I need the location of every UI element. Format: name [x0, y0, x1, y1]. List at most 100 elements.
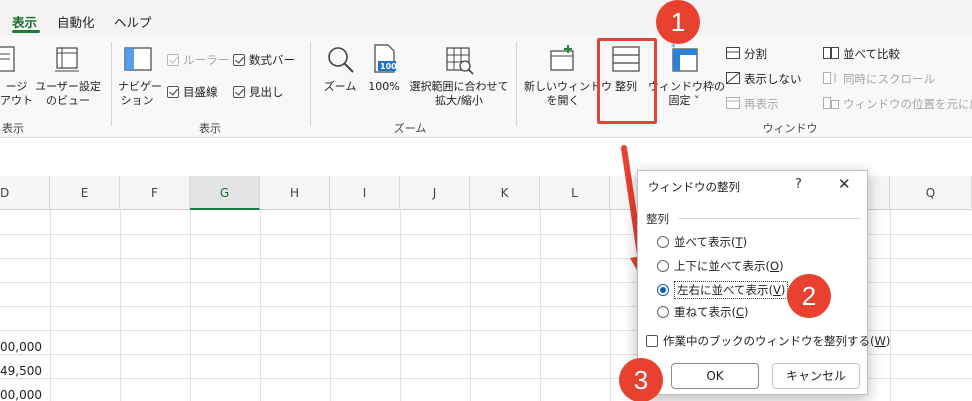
reset-position-label: ウィンドウの位置を元に戻す	[843, 97, 972, 111]
radio-tiled-label: 並べて表示(T)	[674, 235, 748, 249]
zoom-100-button[interactable]: 100	[369, 42, 399, 76]
arrange-windows-dialog: ウィンドウの整列 ? ✕ 整列 並べて表示(T) 上下に並べて表示(O) 左右に…	[637, 170, 890, 395]
page-layout-label: ージ アウト	[0, 80, 33, 107]
group-separator	[516, 42, 517, 126]
new-window-label: 新しいウィンドウ を開く	[524, 80, 612, 107]
radio-button	[657, 306, 669, 318]
group-label-window: ウィンドウ	[762, 122, 818, 135]
help-icon[interactable]: ?	[795, 177, 802, 192]
custom-views-button[interactable]	[52, 44, 82, 74]
page-layout-icon	[0, 44, 20, 77]
column-header-h[interactable]: H	[260, 176, 330, 210]
headings-label: 見出し	[249, 85, 284, 99]
radio-tiled[interactable]: 並べて表示(T)	[657, 234, 747, 250]
new-window-icon	[548, 45, 578, 77]
gridlines-checkbox-box	[167, 86, 179, 98]
radio-cascade-label: 重ねて表示(C)	[674, 305, 749, 319]
column-header-k[interactable]: K	[470, 176, 540, 210]
radio-button-selected	[657, 284, 669, 296]
radio-horizontal-label: 上下に並べて表示(O)	[674, 259, 784, 273]
group-label-workbook-views: 表示	[2, 122, 24, 135]
column-header-f[interactable]: F	[120, 176, 190, 210]
group-separator	[310, 42, 311, 126]
gridlines-label: 目盛線	[183, 85, 218, 99]
ruler-checkbox[interactable]: ルーラー	[167, 52, 229, 68]
radio-vertical[interactable]: 左右に並べて表示(V)	[657, 281, 789, 299]
reset-window-position-button[interactable]: ウィンドウの位置を元に戻す	[823, 96, 972, 112]
navigation-button[interactable]	[122, 44, 154, 74]
step-badge-3: 3	[619, 358, 663, 401]
gridlines-checkbox[interactable]: 目盛線	[167, 84, 218, 100]
column-header-j[interactable]: J	[400, 176, 470, 210]
zoom-button[interactable]	[325, 44, 357, 76]
arrange-section-label: 整列	[646, 212, 669, 226]
radio-horizontal[interactable]: 上下に並べて表示(O)	[657, 258, 784, 274]
synchronous-scrolling-button[interactable]: 同時にスクロール	[823, 71, 935, 87]
hide-icon	[726, 71, 740, 87]
formula-bar-label: 数式バー	[249, 53, 295, 67]
new-window-button[interactable]	[548, 44, 578, 74]
unhide-label: 再表示	[744, 97, 779, 111]
close-icon[interactable]: ✕	[838, 175, 851, 193]
ok-button[interactable]: OK	[671, 363, 759, 389]
svg-text:*: *	[671, 43, 676, 53]
group-label-show: 表示	[199, 122, 221, 135]
step-badge-1: 1	[656, 0, 700, 44]
column-header-e[interactable]: E	[50, 176, 120, 210]
unhide-button[interactable]: 再表示	[726, 96, 779, 112]
ribbon: ージ アウト ユーザー設定 のビュー 表示 ナビゲー ション ルーラー 目盛線 …	[0, 36, 972, 138]
page-layout-button[interactable]	[0, 44, 20, 74]
cell-value[interactable]: 49,500	[0, 364, 42, 378]
menu-bar: 表示 自動化 ヘルプ	[0, 0, 972, 36]
column-header-g[interactable]: G	[190, 176, 260, 210]
formula-bar-checkbox-box	[233, 54, 245, 66]
active-workbook-checkbox[interactable]: 作業中のブックのウィンドウを整列する(W)	[646, 333, 890, 349]
cancel-button[interactable]: キャンセル	[772, 363, 860, 389]
side-by-side-label: 並べて比較	[843, 47, 901, 61]
tab-automate[interactable]: 自動化	[57, 12, 95, 31]
zoom-selection-icon	[443, 47, 475, 79]
column-header-i[interactable]: I	[330, 176, 400, 210]
split-button[interactable]: 分割	[726, 46, 767, 62]
hide-button[interactable]: 表示しない	[726, 71, 802, 87]
custom-views-label: ユーザー設定 のビュー	[35, 80, 101, 107]
split-label: 分割	[744, 47, 767, 61]
side-by-side-icon	[823, 46, 839, 62]
radio-vertical-label: 左右に並べて表示(V)	[674, 281, 789, 299]
custom-views-icon	[52, 47, 82, 77]
freeze-panes-icon: *	[668, 43, 700, 77]
tab-help[interactable]: ヘルプ	[114, 12, 152, 31]
unhide-icon	[726, 96, 740, 112]
headings-checkbox[interactable]: 見出し	[233, 84, 284, 100]
cell-value[interactable]: 00,000	[0, 340, 42, 354]
section-divider	[678, 218, 860, 219]
radio-cascade[interactable]: 重ねて表示(C)	[657, 304, 749, 320]
headings-checkbox-box	[233, 86, 245, 98]
group-label-zoom: ズーム	[393, 122, 427, 135]
split-icon	[726, 46, 740, 62]
zoom-label: ズーム	[323, 80, 357, 93]
zoom-100-label: 100%	[368, 80, 400, 93]
view-side-by-side-button[interactable]: 並べて比較	[823, 46, 900, 62]
sync-scroll-icon	[823, 71, 839, 87]
zoom-to-selection-label: 選択範囲に合わせて 拡大/縮小	[409, 80, 509, 107]
freeze-panes-button[interactable]: *	[668, 42, 700, 74]
group-separator	[111, 42, 112, 126]
column-header-d[interactable]: D	[0, 176, 50, 210]
formula-bar-checkbox[interactable]: 数式バー	[233, 52, 295, 68]
cell-value[interactable]: 00,000	[0, 388, 42, 401]
zoom-to-selection-button[interactable]	[443, 44, 475, 76]
column-header-l[interactable]: L	[540, 176, 610, 210]
ruler-label: ルーラー	[183, 53, 229, 67]
step-badge-2: 2	[787, 274, 831, 318]
active-tab-indicator	[12, 30, 40, 33]
sync-scroll-label: 同時にスクロール	[843, 72, 935, 86]
magnifier-icon	[325, 47, 357, 79]
ruler-checkbox-box	[167, 54, 179, 66]
excel-window: 表示 自動化 ヘルプ ージ アウト ユーザー設定 のビュー 表示 ナビゲー ショ…	[0, 0, 972, 401]
column-header-q[interactable]: Q	[890, 176, 972, 210]
radio-button	[657, 260, 669, 272]
hide-label: 表示しない	[744, 72, 802, 86]
freeze-panes-label: ウィンドウ枠の 固定 ˅	[648, 80, 725, 107]
tab-view[interactable]: 表示	[12, 12, 37, 31]
